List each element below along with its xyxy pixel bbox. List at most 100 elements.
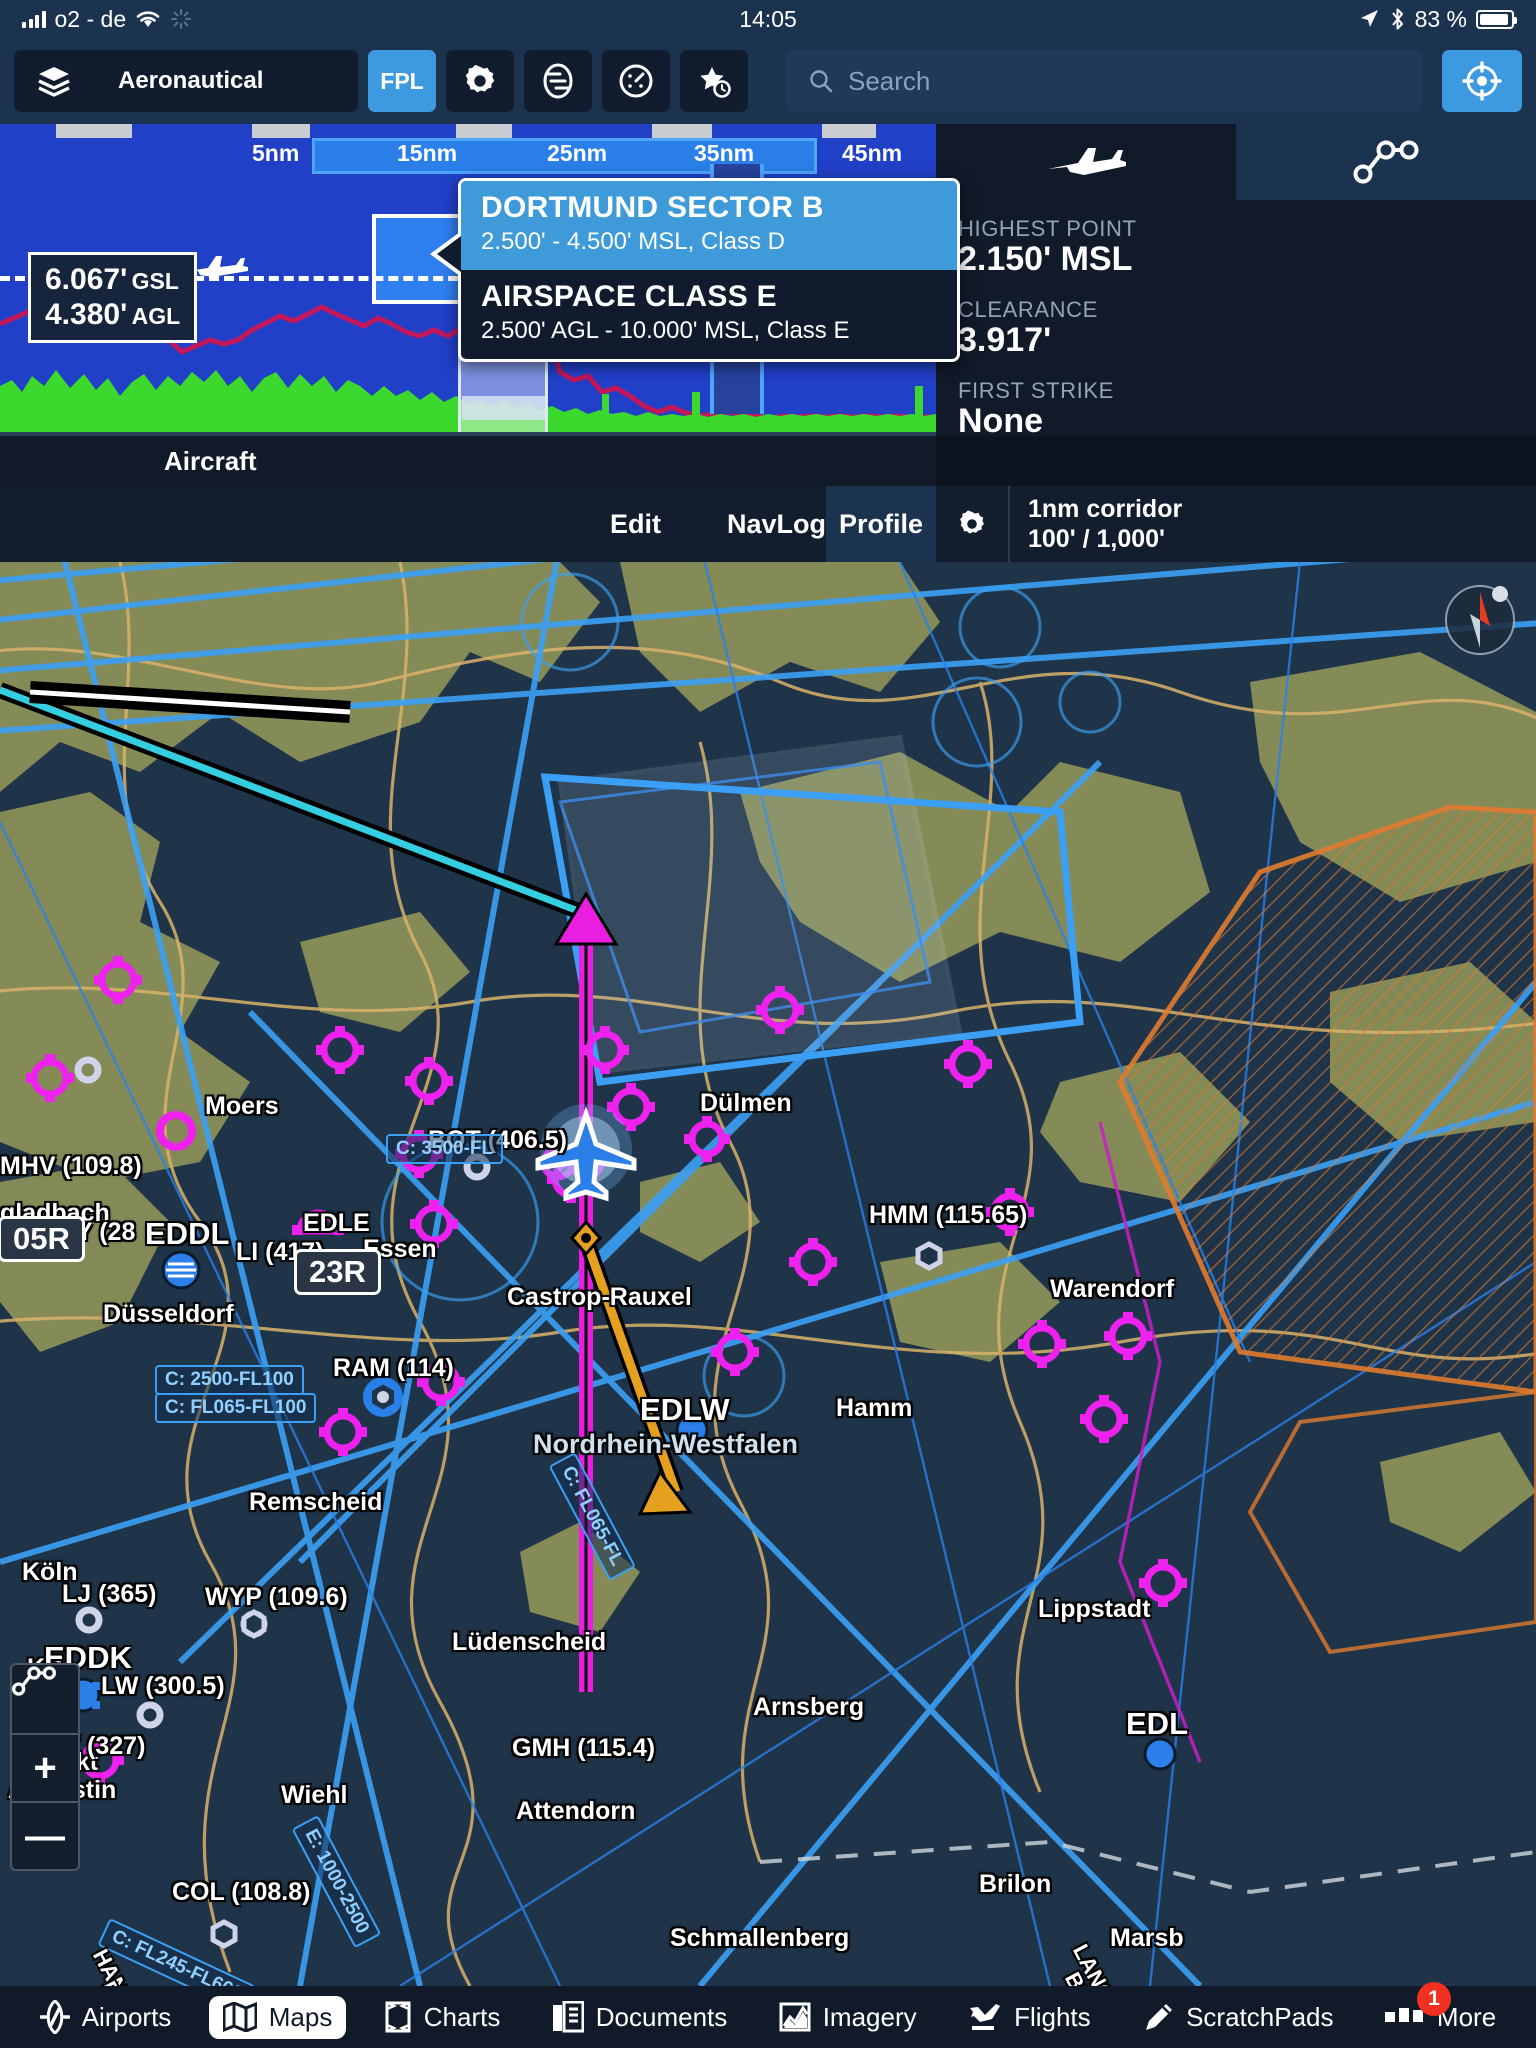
battery-percent-label: 83 % bbox=[1414, 5, 1467, 32]
map-navaid-lj: LJ (365) bbox=[62, 1580, 157, 1608]
agl-unit: AGL bbox=[131, 303, 181, 330]
battery-icon bbox=[1476, 9, 1517, 29]
map-view[interactable]: Moers Dülmen Essen Castrop-Rauxel Warend… bbox=[0, 562, 1536, 1986]
map-label-luedenscheid: Lüdenscheid bbox=[452, 1628, 607, 1656]
more-icon bbox=[1384, 2008, 1423, 2022]
profile-info-tabs bbox=[936, 124, 1536, 200]
favorites-recents-button[interactable] bbox=[680, 50, 748, 112]
radar-button[interactable] bbox=[524, 50, 592, 112]
crosshair-location-icon bbox=[1462, 61, 1502, 101]
agl-value: 4.380' bbox=[45, 298, 128, 332]
tab-route-profile[interactable] bbox=[1236, 124, 1536, 200]
map-label-lippstadt: Lippstadt bbox=[1038, 1595, 1151, 1623]
search-input[interactable]: Search bbox=[786, 50, 1422, 112]
map-label-attendorn: Attendorn bbox=[516, 1797, 636, 1825]
tab-imagery[interactable]: Imagery bbox=[765, 1996, 931, 2039]
runway-label-05r[interactable]: 05R bbox=[0, 1216, 85, 1262]
map-navaid-ram: RAM (114) bbox=[333, 1354, 454, 1382]
chart-icon bbox=[385, 2001, 411, 2033]
location-arrow-icon bbox=[1360, 10, 1378, 27]
map-label-marsberg: Marsb bbox=[1110, 1924, 1184, 1952]
airspace-detail-0: 2.500' - 4.500' MSL, Class D bbox=[481, 228, 785, 255]
highest-point-label: HIGHEST POINT bbox=[958, 216, 1137, 241]
profile-ruler bbox=[0, 124, 936, 138]
radar-icon bbox=[543, 63, 573, 99]
layers-button[interactable]: Aeronautical bbox=[14, 50, 358, 112]
profile-button[interactable]: Profile bbox=[826, 486, 936, 562]
compass-rose[interactable] bbox=[1442, 582, 1518, 658]
top-toolbar: Aeronautical FPL Search bbox=[0, 38, 1536, 124]
tab-airports[interactable]: Airports bbox=[26, 1994, 186, 2040]
map-airport-eddl[interactable]: EDDL bbox=[145, 1216, 229, 1252]
tab-aircraft-profile[interactable] bbox=[936, 124, 1236, 200]
navlog-button[interactable]: NavLog bbox=[727, 509, 826, 540]
airspace-popup[interactable]: DORTMUND SECTOR B 2.500' - 4.500' MSL, C… bbox=[458, 178, 960, 362]
airspace-popup-row-1[interactable]: AIRSPACE CLASS E 2.500' AGL - 10.000' MS… bbox=[461, 270, 957, 359]
gauge-button[interactable] bbox=[602, 50, 670, 112]
map-label-moers: Moers bbox=[205, 1092, 279, 1120]
tab-more[interactable]: 1 More bbox=[1371, 1981, 1510, 2039]
edit-button[interactable]: Edit bbox=[610, 509, 661, 540]
settings-gear-icon bbox=[465, 64, 495, 93]
airspace-title-0: DORTMUND SECTOR B bbox=[481, 191, 824, 224]
layers-label: Aeronautical bbox=[118, 67, 264, 94]
runway-label-23r[interactable]: 23R bbox=[294, 1249, 381, 1295]
map-airport-edl[interactable]: EDL bbox=[1126, 1706, 1188, 1742]
map-route-button[interactable] bbox=[12, 1665, 78, 1733]
tab-documents[interactable]: Documents bbox=[538, 1995, 742, 2039]
zoom-out-button[interactable]: — bbox=[12, 1801, 78, 1869]
tab-charts[interactable]: Charts bbox=[370, 1995, 515, 2039]
tab-flights[interactable]: Flights bbox=[954, 1996, 1105, 2039]
pencil-icon bbox=[1146, 2004, 1173, 2030]
zoom-in-button[interactable]: + bbox=[12, 1733, 78, 1801]
fpl-button[interactable]: FPL bbox=[368, 50, 436, 112]
airspace-popup-row-0[interactable]: DORTMUND SECTOR B 2.500' - 4.500' MSL, C… bbox=[461, 181, 957, 270]
gauge-icon bbox=[619, 64, 653, 98]
map-navaid-gmh: GMH (115.4) bbox=[512, 1734, 656, 1762]
profile-settings-button[interactable] bbox=[936, 486, 1008, 562]
map-label-schmallenberg: Schmallenberg bbox=[670, 1924, 850, 1952]
map-navaid-hmm: HMM (115.65) bbox=[869, 1201, 1028, 1229]
gsl-value: 6.067' bbox=[45, 263, 128, 296]
map-navaid-col: COL (108.8) bbox=[172, 1878, 311, 1906]
tab-maps[interactable]: Maps bbox=[208, 1995, 347, 2039]
status-bar-left: o2 - de bbox=[22, 6, 192, 33]
search-placeholder: Search bbox=[848, 65, 931, 96]
tab-label-charts: Charts bbox=[423, 2001, 501, 2032]
locate-me-button[interactable] bbox=[1442, 50, 1522, 112]
aircraft-icon bbox=[1048, 148, 1126, 175]
profile-tick-1: 15nm bbox=[397, 140, 458, 166]
corridor-width: 1nm corridor bbox=[1028, 495, 1183, 523]
profile-tick-0: 5nm bbox=[252, 140, 300, 166]
map-navaid-edle: EDLE bbox=[303, 1209, 370, 1237]
first-strike-label: FIRST STRIKE bbox=[958, 378, 1114, 403]
profile-tick-3: 35nm bbox=[694, 140, 755, 166]
airspace-title-1: AIRSPACE CLASS E bbox=[481, 280, 777, 313]
tab-label-scratchpads: ScratchPads bbox=[1186, 2001, 1334, 2032]
tab-scratchpads[interactable]: ScratchPads bbox=[1128, 1996, 1347, 2039]
sync-icon bbox=[171, 9, 192, 29]
search-icon bbox=[810, 70, 833, 93]
profile-info-stats: HIGHEST POINT 2.150' MSL CLEARANCE 3.917… bbox=[936, 200, 1536, 441]
map-label-duesseldorf: Düsseldorf bbox=[103, 1300, 234, 1328]
gsl-unit: GSL bbox=[131, 268, 179, 294]
altitude-readout-box: 6.067' GSL 4.380' AGL bbox=[28, 252, 198, 343]
settings-button[interactable] bbox=[446, 50, 514, 112]
carrier-label: o2 - de bbox=[54, 5, 127, 32]
map-label-brilon: Brilon bbox=[979, 1870, 1052, 1898]
route-icon bbox=[12, 1666, 56, 1696]
map-airport-edlw[interactable]: EDLW bbox=[640, 1392, 730, 1428]
aircraft-strip: Aircraft bbox=[0, 436, 936, 486]
more-badge: 1 bbox=[1416, 1981, 1451, 2016]
tab-label-airports: Airports bbox=[81, 2001, 172, 2032]
map-navaid-wyp: WYP (109.6) bbox=[205, 1583, 348, 1611]
corridor-info[interactable]: 1nm corridor 100' / 1,000' bbox=[1008, 486, 1536, 562]
highest-point-value: 2.150' MSL bbox=[958, 240, 1133, 278]
airspace-detail-1: 2.500' AGL - 10.000' MSL, Class E bbox=[481, 317, 850, 344]
airspace-tag-2: C: FL065-FL100 bbox=[155, 1393, 317, 1423]
corridor-buffers: 100' / 1,000' bbox=[1028, 525, 1165, 553]
signal-icon bbox=[22, 10, 46, 28]
compass-icon bbox=[1445, 585, 1515, 655]
airspace-tag-1: C: 2500-FL100 bbox=[155, 1365, 304, 1395]
favorites-recents-icon bbox=[700, 67, 731, 98]
